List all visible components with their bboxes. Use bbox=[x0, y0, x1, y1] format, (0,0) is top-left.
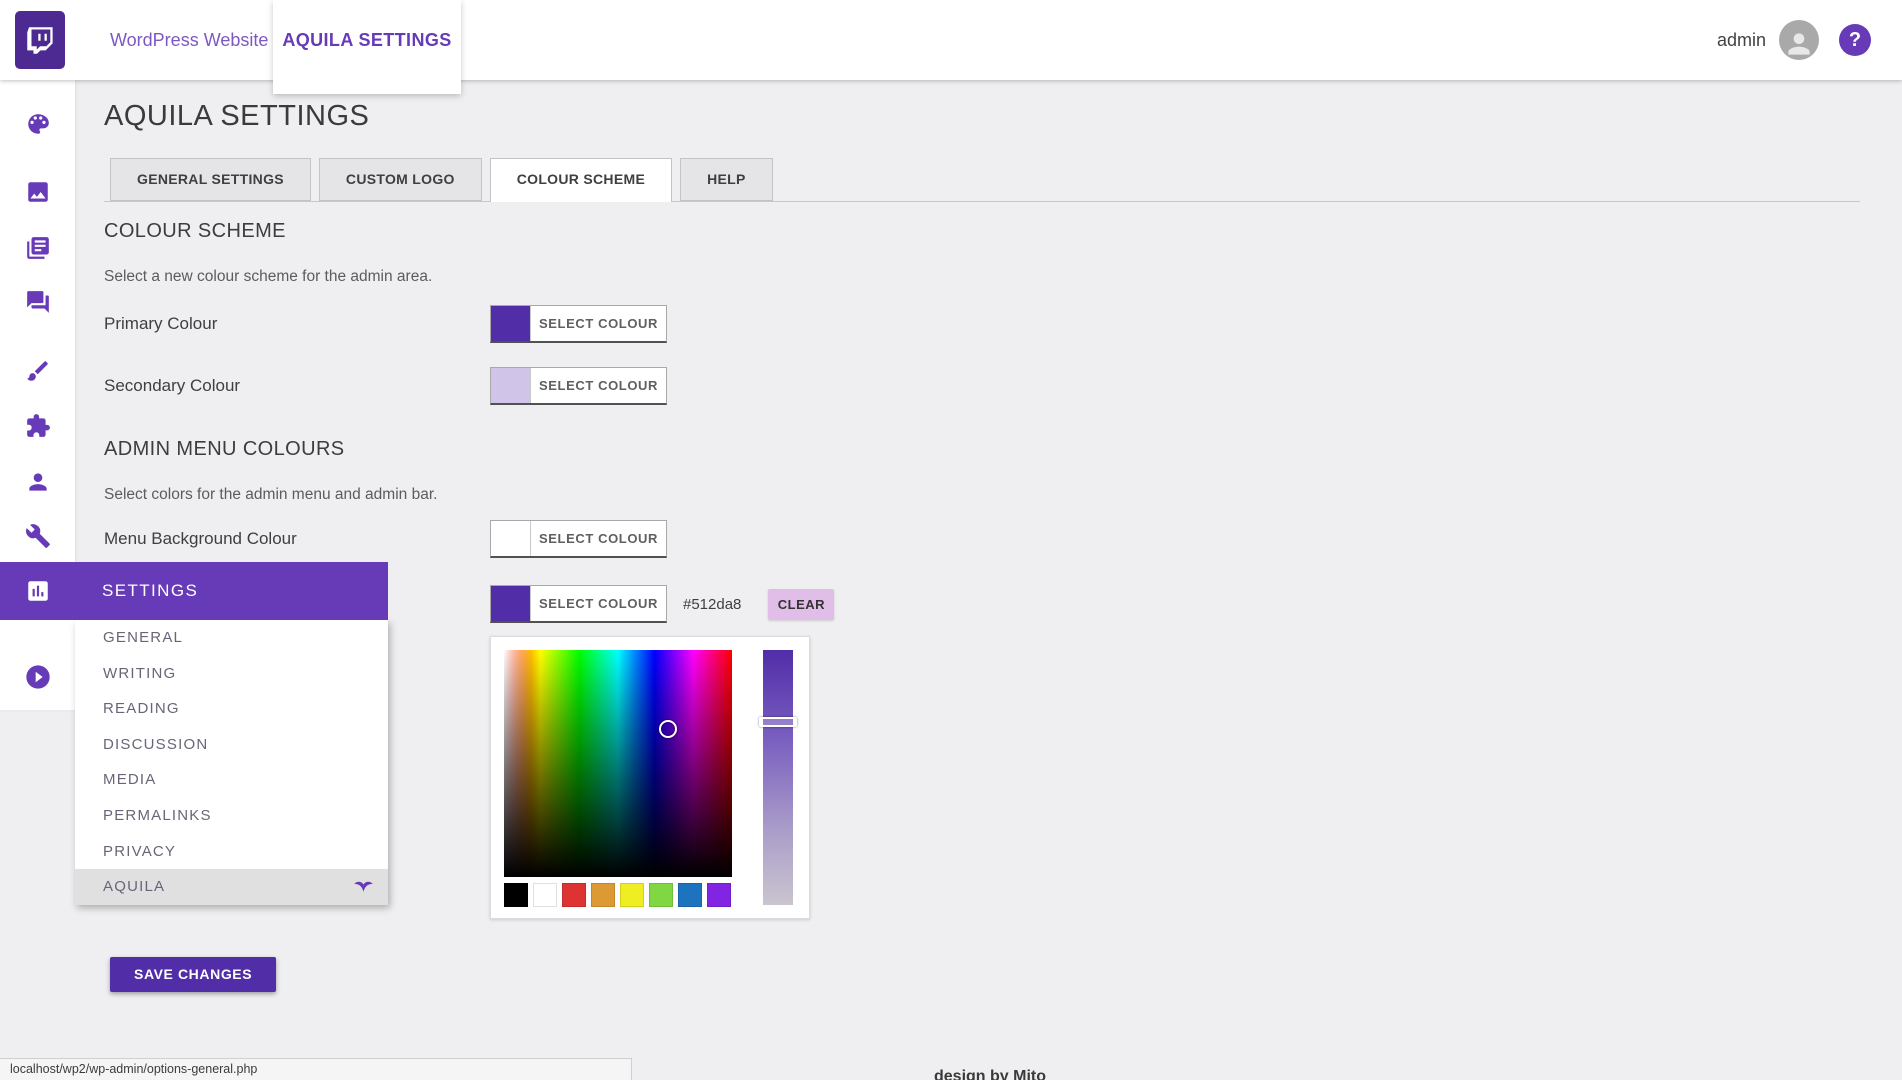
admin-menu-colours-description: Select colors for the admin menu and adm… bbox=[104, 486, 438, 503]
footer-credit-link[interactable]: design by Mito bbox=[934, 1068, 1046, 1080]
saturation-value-square[interactable] bbox=[504, 650, 732, 877]
user-icon bbox=[28, 473, 47, 491]
person-icon bbox=[1788, 33, 1810, 55]
colour-picker-panel bbox=[490, 636, 810, 919]
settings-chart-icon bbox=[28, 581, 48, 601]
colour-scheme-description: Select a new colour scheme for the admin… bbox=[104, 268, 433, 285]
submenu-item-writing[interactable]: WRITING bbox=[75, 656, 388, 692]
comments-icon bbox=[26, 291, 49, 313]
secondary-colour-label: Secondary Colour bbox=[104, 376, 241, 395]
aquila-bird-icon bbox=[353, 876, 374, 897]
menu-background-swatch bbox=[491, 521, 530, 556]
username[interactable]: admin bbox=[1640, 0, 1766, 80]
sidebar-item-pages[interactable] bbox=[0, 225, 75, 271]
play-circle-icon bbox=[26, 665, 50, 689]
secondary-colour-row: Secondary Colour SELECT COLOUR bbox=[104, 367, 667, 405]
books-icon bbox=[26, 237, 49, 259]
palette-swatch-black[interactable] bbox=[504, 883, 528, 907]
tab-help[interactable]: HELP bbox=[680, 158, 773, 201]
brush-icon bbox=[26, 361, 48, 381]
menu-background-colour-label: Menu Background Colour bbox=[104, 529, 297, 548]
collapse-menu-button[interactable] bbox=[24, 663, 52, 691]
palette-swatch-white[interactable] bbox=[533, 883, 557, 907]
primary-colour-row: Primary Colour SELECT COLOUR bbox=[104, 305, 667, 343]
submenu-item-permalinks[interactable]: PERMALINKS bbox=[75, 798, 388, 834]
menu-background-colour-row: Menu Background Colour SELECT COLOUR bbox=[104, 520, 667, 558]
palette-swatch-blue[interactable] bbox=[678, 883, 702, 907]
menu-colour-picker-button[interactable]: SELECT COLOUR bbox=[490, 585, 667, 623]
submenu-item-privacy[interactable]: PRIVACY bbox=[75, 834, 388, 870]
avatar[interactable] bbox=[1779, 20, 1819, 60]
preset-palette bbox=[504, 883, 731, 907]
menu-colour-open-row: SELECT COLOUR #512da8 CLEAR bbox=[490, 585, 835, 623]
settings-submenu: GENERAL WRITING READING DISCUSSION MEDIA… bbox=[75, 620, 388, 905]
tab-general-settings[interactable]: GENERAL SETTINGS bbox=[110, 158, 311, 201]
sidebar-item-tools[interactable] bbox=[0, 513, 75, 559]
image-icon bbox=[27, 182, 48, 202]
tab-colour-scheme[interactable]: COLOUR SCHEME bbox=[489, 158, 673, 202]
sidebar-settings-label: SETTINGS bbox=[102, 581, 199, 600]
page-title: AQUILA SETTINGS bbox=[104, 100, 370, 132]
palette-swatch-red[interactable] bbox=[562, 883, 586, 907]
sidebar-item-appearance[interactable] bbox=[0, 348, 75, 394]
shade-slider-handle[interactable] bbox=[759, 717, 797, 727]
twitch-glyph-icon bbox=[27, 27, 53, 54]
hex-value-field[interactable]: #512da8 bbox=[683, 596, 741, 613]
sidebar-item-comments[interactable] bbox=[0, 279, 75, 325]
sidebar-item-users[interactable] bbox=[0, 459, 75, 505]
save-changes-button[interactable]: SAVE CHANGES bbox=[110, 957, 277, 992]
submenu-item-media[interactable]: MEDIA bbox=[75, 762, 388, 798]
browser-status-bar: localhost/wp2/wp-admin/options-general.p… bbox=[0, 1058, 632, 1080]
tab-custom-logo[interactable]: CUSTOM LOGO bbox=[318, 158, 482, 201]
admin-topbar: WordPress Website AQUILA SETTINGS admin … bbox=[0, 0, 1902, 94]
primary-colour-picker-button[interactable]: SELECT COLOUR bbox=[490, 305, 667, 343]
menu-colour-swatch bbox=[491, 586, 530, 621]
saturation-handle[interactable] bbox=[659, 720, 677, 738]
sidebar-item-plugins[interactable] bbox=[0, 403, 75, 449]
sidebar-item-settings[interactable]: SETTINGS bbox=[0, 562, 388, 620]
submenu-item-aquila[interactable]: AQUILA bbox=[75, 869, 388, 905]
site-link[interactable]: WordPress Website bbox=[110, 0, 268, 80]
plugin-icon bbox=[26, 414, 50, 437]
sidebar-item-dashboard[interactable] bbox=[0, 101, 75, 147]
admin-menu-colours-heading: ADMIN MENU COLOURS bbox=[104, 438, 345, 460]
topbar-item-aquila-settings[interactable]: AQUILA SETTINGS bbox=[273, 0, 461, 94]
menu-background-picker-button[interactable]: SELECT COLOUR bbox=[490, 520, 667, 558]
palette-swatch-orange[interactable] bbox=[591, 883, 615, 907]
submenu-item-general[interactable]: GENERAL bbox=[75, 620, 388, 656]
primary-colour-swatch bbox=[491, 306, 530, 341]
colour-scheme-heading: COLOUR SCHEME bbox=[104, 220, 286, 242]
submenu-item-discussion[interactable]: DISCUSSION bbox=[75, 727, 388, 763]
clear-button[interactable]: CLEAR bbox=[768, 588, 835, 620]
palette-icon bbox=[27, 114, 49, 134]
site-logo[interactable] bbox=[15, 11, 65, 69]
palette-swatch-yellow[interactable] bbox=[620, 883, 644, 907]
secondary-colour-swatch bbox=[491, 368, 530, 403]
palette-swatch-purple[interactable] bbox=[707, 883, 731, 907]
help-icon[interactable]: ? bbox=[1839, 24, 1871, 56]
sidebar-item-media[interactable] bbox=[0, 169, 75, 215]
submenu-item-reading[interactable]: READING bbox=[75, 691, 388, 727]
secondary-colour-picker-button[interactable]: SELECT COLOUR bbox=[490, 367, 667, 405]
palette-swatch-green[interactable] bbox=[649, 883, 673, 907]
wrench-icon bbox=[25, 524, 50, 548]
screen: WordPress Website AQUILA SETTINGS admin … bbox=[0, 0, 1902, 1080]
topbar-item-label: AQUILA SETTINGS bbox=[282, 30, 452, 50]
primary-colour-label: Primary Colour bbox=[104, 314, 218, 333]
tab-bar: GENERAL SETTINGS CUSTOM LOGO COLOUR SCHE… bbox=[110, 158, 773, 202]
shade-slider[interactable] bbox=[763, 650, 793, 905]
